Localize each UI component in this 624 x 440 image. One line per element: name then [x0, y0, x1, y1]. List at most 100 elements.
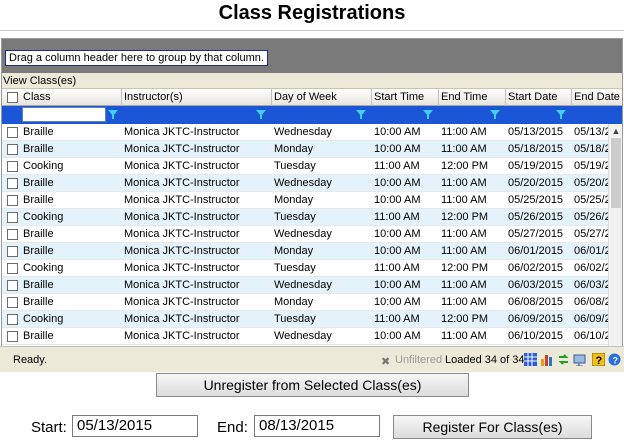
row-select-checkbox[interactable]: [7, 263, 18, 274]
filter-class-icon[interactable]: [108, 110, 118, 119]
cell-end-time: 12:00 PM: [441, 313, 489, 325]
vertical-scrollbar[interactable]: ▲ ▼: [608, 124, 622, 358]
cell-end-date: 06/02/2: [574, 262, 608, 274]
cell-class: Braille: [23, 296, 54, 308]
row-select-checkbox[interactable]: [7, 195, 18, 206]
table-row[interactable]: Cooking Monica JKTC-Instructor Tuesday 11:0…: [2, 158, 608, 175]
column-header-end-date[interactable]: End Date: [572, 89, 622, 106]
cell-start-date: 05/18/2015: [508, 143, 564, 155]
cell-end-date: 05/19/2: [574, 160, 608, 172]
cell-start-date: 05/27/2015: [508, 228, 564, 240]
unfiltered-label: Unfiltered: [395, 354, 443, 366]
cell-end-time: 11:00 AM: [441, 177, 487, 189]
cell-day-of-week: Monday: [274, 245, 314, 257]
grid-view-icon[interactable]: [524, 353, 537, 366]
cell-start-time: 10:00 AM: [374, 143, 421, 155]
filter-clear-icon[interactable]: ✖: [381, 355, 390, 368]
cell-end-date: 06/09/2: [574, 313, 608, 325]
cell-start-time: 11:00 AM: [374, 262, 420, 274]
table-row[interactable]: Braille Monica JKTC-Instructor Monday 10:00…: [2, 192, 608, 209]
column-header-start-date[interactable]: Start Date: [506, 89, 572, 106]
row-select-checkbox[interactable]: [7, 144, 18, 155]
cell-end-date: 06/01/2: [574, 245, 608, 257]
cell-start-time: 11:00 AM: [374, 211, 420, 223]
column-header-end-time[interactable]: End Time: [439, 89, 506, 106]
column-header-start-time[interactable]: Start Time: [372, 89, 439, 106]
svg-text:?: ?: [613, 356, 619, 366]
row-select-checkbox[interactable]: [7, 280, 18, 291]
cell-start-date: 05/13/2015: [508, 126, 564, 138]
filter-start-time-icon[interactable]: [423, 110, 433, 119]
cell-class: Braille: [23, 330, 54, 342]
table-row[interactable]: Braille Monica JKTC-Instructor Monday 10:00…: [2, 243, 608, 260]
class-filter-input[interactable]: [22, 107, 106, 122]
table-row[interactable]: Braille Monica JKTC-Instructor Wednesday 10…: [2, 226, 608, 243]
row-select-checkbox[interactable]: [7, 331, 18, 342]
cell-start-date: 05/25/2015: [508, 194, 564, 206]
filter-instructor-icon[interactable]: [256, 110, 266, 119]
row-select-checkbox[interactable]: [7, 178, 18, 189]
cell-instructor: Monica JKTC-Instructor: [124, 211, 240, 223]
filter-end-time-icon[interactable]: [490, 110, 500, 119]
row-select-checkbox[interactable]: [7, 161, 18, 172]
cell-day-of-week: Monday: [274, 296, 314, 308]
row-select-checkbox[interactable]: [7, 246, 18, 257]
cell-end-time: 11:00 AM: [441, 245, 487, 257]
refresh-icon[interactable]: [557, 353, 570, 366]
vertical-scroll-thumb[interactable]: [611, 138, 621, 208]
cell-start-time: 10:00 AM: [374, 330, 421, 342]
cell-end-date: 05/25/2: [574, 194, 608, 206]
select-all-checkbox[interactable]: [7, 92, 18, 103]
row-select-checkbox[interactable]: [7, 229, 18, 240]
chart-icon[interactable]: [540, 353, 553, 366]
table-row[interactable]: Braille Monica JKTC-Instructor Wednesday 10…: [2, 277, 608, 294]
export-icon[interactable]: [573, 353, 586, 366]
unregister-button[interactable]: Unregister from Selected Class(es): [156, 373, 469, 397]
cell-day-of-week: Wednesday: [274, 177, 332, 189]
column-header-class[interactable]: Class: [21, 89, 122, 106]
start-date-field[interactable]: 05/13/2015: [72, 415, 198, 437]
info-icon[interactable]: ?: [608, 353, 621, 366]
table-row[interactable]: Braille Monica JKTC-Instructor Monday 10:00…: [2, 294, 608, 311]
row-select-checkbox[interactable]: [7, 212, 18, 223]
cell-start-date: 05/19/2015: [508, 160, 564, 172]
cell-class: Braille: [23, 126, 54, 138]
row-select-checkbox[interactable]: [7, 314, 18, 325]
cell-class: Braille: [23, 245, 54, 257]
cell-instructor: Monica JKTC-Instructor: [124, 177, 240, 189]
filter-day-icon[interactable]: [356, 110, 366, 119]
table-row[interactable]: Cooking Monica JKTC-Instructor Tuesday 11:0…: [2, 311, 608, 328]
cell-start-time: 11:00 AM: [374, 313, 420, 325]
cell-class: Braille: [23, 143, 54, 155]
column-header-instructor[interactable]: Instructor(s): [122, 89, 272, 106]
row-select-checkbox[interactable]: [7, 297, 18, 308]
table-row[interactable]: Braille Monica JKTC-Instructor Wednesday 10…: [2, 328, 608, 345]
cell-end-time: 12:00 PM: [441, 160, 489, 172]
help-icon[interactable]: ?: [592, 353, 605, 366]
cell-day-of-week: Tuesday: [274, 160, 316, 172]
table-row[interactable]: Braille Monica JKTC-Instructor Wednesday 10…: [2, 175, 608, 192]
end-date-field[interactable]: 08/13/2015: [254, 415, 380, 437]
cell-start-date: 06/10/2015: [508, 330, 564, 342]
cell-end-time: 12:00 PM: [441, 211, 489, 223]
group-by-panel[interactable]: Drag a column header here to group by th…: [2, 39, 622, 73]
filter-row: [2, 106, 622, 124]
table-row[interactable]: Braille Monica JKTC-Instructor Monday 10:00…: [2, 141, 608, 158]
cell-day-of-week: Tuesday: [274, 262, 316, 274]
table-row[interactable]: Braille Monica JKTC-Instructor Wednesday 10…: [2, 124, 608, 141]
cell-instructor: Monica JKTC-Instructor: [124, 194, 240, 206]
register-button[interactable]: Register For Class(es): [393, 415, 592, 439]
filter-start-date-icon[interactable]: [556, 110, 566, 119]
scroll-up-icon[interactable]: ▲: [609, 126, 622, 136]
cell-start-time: 10:00 AM: [374, 177, 421, 189]
table-row[interactable]: Cooking Monica JKTC-Instructor Tuesday 11:0…: [2, 209, 608, 226]
table-row[interactable]: Cooking Monica JKTC-Instructor Tuesday 11:0…: [2, 260, 608, 277]
cell-instructor: Monica JKTC-Instructor: [124, 313, 240, 325]
cell-day-of-week: Monday: [274, 143, 314, 155]
row-select-checkbox[interactable]: [7, 127, 18, 138]
column-header-day-of-week[interactable]: Day of Week: [272, 89, 372, 106]
cell-start-time: 10:00 AM: [374, 245, 421, 257]
status-ready-text: Ready.: [13, 354, 48, 366]
cell-instructor: Monica JKTC-Instructor: [124, 143, 240, 155]
cell-class: Braille: [23, 194, 54, 206]
